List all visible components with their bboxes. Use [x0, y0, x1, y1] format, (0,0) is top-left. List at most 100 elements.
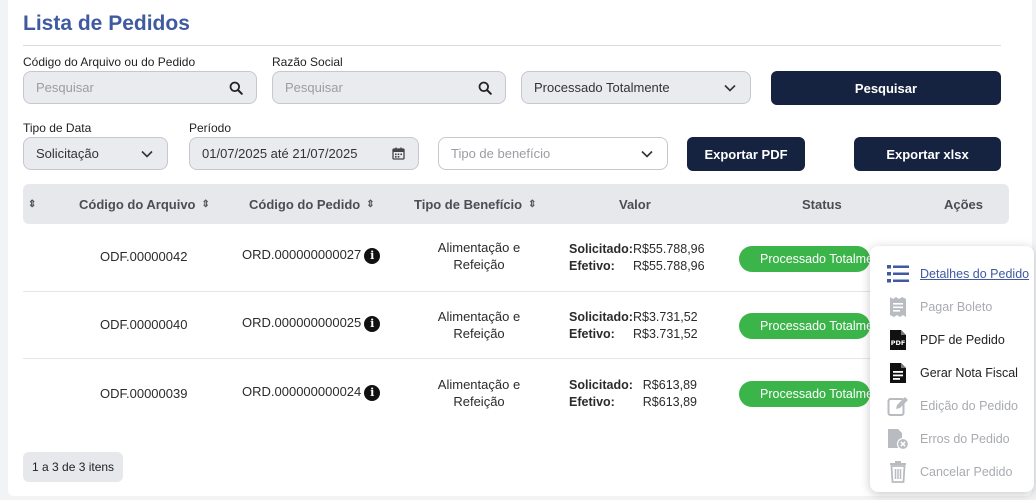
- sort-icon: ⇕: [528, 198, 537, 210]
- solicitado-value: R$613,89: [642, 378, 697, 392]
- beneficio-cell: Alimentação e Refeição: [419, 376, 539, 410]
- trash-icon: [886, 460, 910, 484]
- menu-item-detalhes[interactable]: Detalhes do Pedido: [870, 258, 1034, 290]
- info-icon[interactable]: i: [364, 384, 381, 401]
- page-title: Lista de Pedidos: [23, 12, 190, 35]
- beneficio-line: Refeição: [453, 394, 505, 409]
- export-xlsx-button[interactable]: Exportar xlsx: [854, 137, 1001, 171]
- periodo-value: 01/07/2025 até 21/07/2025: [202, 146, 358, 161]
- codigo-search-input[interactable]: Pesquisar: [23, 71, 257, 104]
- pedido-text: ORD.000000000025: [242, 315, 362, 330]
- beneficio-line: Alimentação e: [437, 240, 521, 255]
- efetivo-label: Efetivo:: [569, 259, 615, 273]
- tipo-data-select[interactable]: Solicitação: [23, 137, 168, 170]
- status-badge: Processado Totalmente: [739, 246, 870, 272]
- header-status: Status: [802, 196, 842, 212]
- beneficio-cell: Alimentação e Refeição: [419, 239, 539, 273]
- razao-placeholder: Pesquisar: [285, 80, 343, 95]
- periodo-date-input[interactable]: 01/07/2025 até 21/07/2025: [189, 137, 419, 170]
- header-label: Código do Pedido: [249, 196, 361, 212]
- chevron-down-icon: [139, 146, 155, 162]
- codigo-pedido-cell: ORD.000000000025 i: [242, 315, 381, 332]
- tipo-data-label: Tipo de Data: [23, 121, 92, 135]
- solicitado-value: R$3.731,52: [633, 310, 698, 324]
- solicitado-value: R$55.788,96: [633, 242, 705, 256]
- invoice-icon: [886, 361, 910, 385]
- tipo-beneficio-select[interactable]: Tipo de benefício: [438, 137, 668, 170]
- menu-item-label: Erros do Pedido: [920, 432, 1010, 446]
- beneficio-line: Alimentação e: [437, 377, 521, 392]
- beneficio-line: Refeição: [453, 257, 505, 272]
- menu-item-erros[interactable]: Erros do Pedido: [870, 423, 1034, 455]
- menu-item-label: Cancelar Pedido: [920, 465, 1013, 479]
- periodo-label: Período: [189, 121, 232, 135]
- info-icon[interactable]: i: [364, 247, 381, 264]
- pagination-info: 1 a 3 de 3 itens: [23, 452, 124, 482]
- menu-item-cancelar[interactable]: Cancelar Pedido: [870, 456, 1034, 488]
- menu-item-label: Gerar Nota Fiscal: [920, 366, 1018, 380]
- edit-icon: [886, 394, 910, 418]
- solicitado-label: Solicitado:: [569, 378, 633, 392]
- beneficio-line: Alimentação e: [437, 309, 521, 324]
- list-icon: [886, 262, 910, 286]
- valor-cell: Solicitado:R$3.731,52 Efetivo: R$3.731,52: [569, 309, 698, 343]
- beneficio-line: Refeição: [453, 326, 505, 341]
- tipo-data-value: Solicitação: [36, 146, 99, 161]
- header-codigo-pedido[interactable]: Código do Pedido ⇕: [249, 184, 375, 224]
- chevron-down-icon: [639, 146, 655, 162]
- menu-item-label: Detalhes do Pedido: [920, 267, 1030, 281]
- pedido-text: ORD.000000000027: [242, 247, 362, 262]
- menu-item-gerar-nota[interactable]: Gerar Nota Fiscal: [870, 357, 1034, 389]
- codigo-label: Código do Arquivo ou do Pedido: [23, 55, 196, 69]
- sort-hidden-column[interactable]: ⇕: [28, 184, 36, 224]
- beneficio-cell: Alimentação e Refeição: [419, 308, 539, 342]
- sort-icon: ⇕: [366, 198, 375, 210]
- pdf-file-icon: PDF: [886, 328, 910, 352]
- header-valor: Valor: [619, 196, 651, 212]
- actions-menu: Detalhes do Pedido Pagar Boleto PDF PDF …: [870, 246, 1034, 492]
- calendar-icon: [390, 146, 406, 162]
- codigo-arquivo-cell: ODF.00000039: [100, 386, 188, 401]
- menu-item-edicao[interactable]: Edição do Pedido: [870, 390, 1034, 422]
- search-button[interactable]: Pesquisar: [771, 71, 1001, 105]
- status-select[interactable]: Processado Totalmente: [521, 71, 751, 104]
- search-icon: [228, 80, 244, 96]
- pedido-text: ORD.000000000024: [242, 384, 362, 399]
- header-label: Tipo de Benefício: [414, 196, 523, 212]
- valor-cell: Solicitado:R$55.788,96 Efetivo: R$55.788,…: [569, 241, 705, 275]
- table-row: ODF.00000040 ORD.000000000025 i Alimentaç…: [23, 292, 1009, 359]
- export-pdf-button[interactable]: Exportar PDF: [687, 137, 805, 171]
- sort-icon: ⇕: [28, 198, 37, 210]
- razao-search-input[interactable]: Pesquisar: [272, 71, 506, 104]
- solicitado-label: Solicitado:: [569, 310, 633, 324]
- chevron-down-icon: [722, 80, 738, 96]
- menu-item-pagar-boleto[interactable]: Pagar Boleto: [870, 291, 1034, 323]
- table-header: ⇕ Código do Arquivo ⇕ Código do Pedido ⇕ T…: [23, 184, 1009, 224]
- menu-item-label: PDF de Pedido: [920, 333, 1005, 347]
- table-row: ODF.00000039 ORD.000000000024 i Alimentaç…: [23, 359, 1009, 426]
- status-badge: Processado Totalmente: [739, 381, 870, 407]
- menu-item-label: Edição do Pedido: [920, 399, 1018, 413]
- efetivo-label: Efetivo:: [569, 395, 615, 409]
- header-codigo-arquivo[interactable]: Código do Arquivo ⇕: [79, 184, 210, 224]
- status-badge: Processado Totalmente: [739, 313, 870, 339]
- header-tipo-beneficio[interactable]: Tipo de Benefício ⇕: [414, 184, 537, 224]
- codigo-pedido-cell: ORD.000000000024 i: [242, 384, 381, 401]
- efetivo-value: R$55.788,96: [633, 259, 705, 273]
- header-acoes: Ações: [944, 196, 984, 212]
- efetivo-label: Efetivo:: [569, 327, 615, 341]
- codigo-arquivo-cell: ODF.00000042: [100, 249, 188, 264]
- tipo-beneficio-placeholder: Tipo de benefício: [451, 146, 551, 161]
- razao-label: Razão Social: [272, 55, 343, 69]
- title-divider: [23, 45, 1001, 46]
- menu-item-pdf-pedido[interactable]: PDF PDF de Pedido: [870, 324, 1034, 356]
- status-select-value: Processado Totalmente: [534, 80, 670, 95]
- search-icon: [477, 80, 493, 96]
- file-error-icon: [886, 427, 910, 451]
- efetivo-value: R$3.731,52: [633, 327, 698, 341]
- info-icon[interactable]: i: [364, 315, 381, 332]
- receipt-icon: [886, 295, 910, 319]
- valor-cell: Solicitado: R$613,89 Efetivo: R$613,89: [569, 377, 697, 411]
- codigo-placeholder: Pesquisar: [36, 80, 94, 95]
- solicitado-label: Solicitado:: [569, 242, 633, 256]
